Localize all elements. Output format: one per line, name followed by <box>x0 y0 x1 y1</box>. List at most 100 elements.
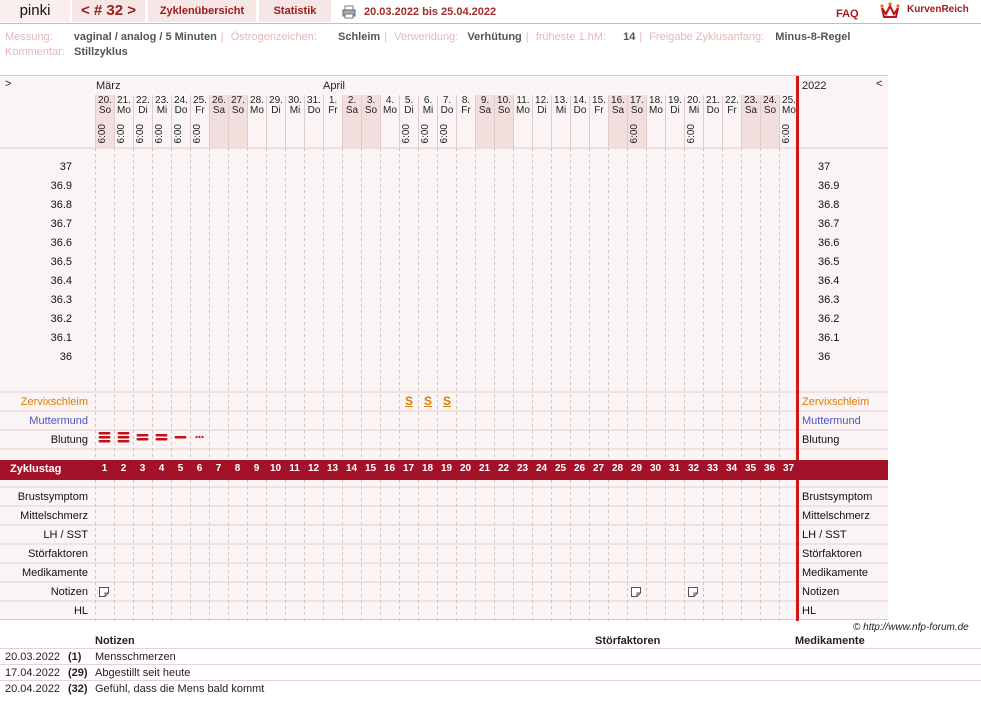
weekday: So <box>98 105 112 116</box>
row-label-stoerfaktoren: Störfaktoren <box>28 548 88 560</box>
note-text: Mensschmerzen <box>95 651 176 663</box>
weekday: Do <box>706 105 720 116</box>
cycle-day-number: 22 <box>497 463 510 474</box>
cycle-day-number: 3 <box>139 463 146 474</box>
notes-header: Notizen <box>95 635 135 647</box>
cycle-day-number: 6 <box>196 463 203 474</box>
weekday: Do <box>307 105 321 116</box>
row-label-medikamente: Medikamente <box>21 567 88 579</box>
day-header: 15. Fr <box>590 96 608 116</box>
cycle-day-number: 35 <box>744 463 757 474</box>
measure-time: 6:00 <box>173 124 184 144</box>
day-header: 16. Sa <box>609 96 627 116</box>
row-label-muttermund: Muttermund <box>29 415 88 427</box>
note-date: 17.04.2022 <box>5 667 61 679</box>
temp-label-right: 36.7 <box>818 218 840 230</box>
mucus-mark[interactable]: S <box>424 394 432 408</box>
note-text: Gefühl, dass die Mens bald kommt <box>95 683 265 695</box>
bleeding-mark <box>98 440 111 443</box>
temp-label: 36.8 <box>50 199 72 211</box>
user-name[interactable]: pinki <box>0 0 70 22</box>
faq-link[interactable]: FAQ <box>836 8 859 20</box>
cycle-day-number: 16 <box>383 463 396 474</box>
scroll-left-arrow[interactable]: > <box>5 78 11 90</box>
weekday: So <box>630 105 644 116</box>
cycle-day-label: Zyklustag <box>10 463 62 475</box>
row-label-lh-sst-right: LH / SST <box>802 529 847 541</box>
weekday: Sa <box>212 105 226 116</box>
cycle-day-number: 31 <box>668 463 681 474</box>
row-label-medikamente-right: Medikamente <box>802 567 869 579</box>
stoerfaktoren-header: Störfaktoren <box>595 635 661 647</box>
weekday: Mo <box>516 105 530 116</box>
weekday: Mi <box>555 105 567 116</box>
tab-statistics[interactable]: Statistik <box>259 0 331 22</box>
cycle-day-number: 15 <box>364 463 377 474</box>
cycle-day-number: 30 <box>649 463 662 474</box>
temp-label: 36.3 <box>50 294 72 306</box>
mucus-mark[interactable]: S <box>443 394 451 408</box>
weekday: Mo <box>117 105 131 116</box>
weekday: Sa <box>478 105 492 116</box>
top-nav: pinki < # 32 > Zyklenübersicht Statistik… <box>0 0 981 24</box>
bleeding-mark <box>117 440 130 443</box>
note-icon[interactable] <box>688 587 698 597</box>
copyright: © http://www.nfp-forum.de <box>853 622 969 633</box>
bleeding-mark <box>117 436 130 439</box>
temp-label: 36 <box>59 351 72 363</box>
day-header: 28. Mo <box>248 96 266 116</box>
printer-icon[interactable] <box>342 5 356 19</box>
temp-label-right: 36.5 <box>818 256 840 268</box>
weekday: Fr <box>195 105 205 116</box>
day-header: 5. Di <box>400 96 418 116</box>
measure-time: 6:00 <box>439 124 450 144</box>
estrogen-value: Schleim <box>338 31 381 43</box>
date-range: 20.03.2022 bis 25.04.2022 <box>364 6 497 18</box>
measure-time: 6:00 <box>420 124 431 144</box>
cycle-day-number: 27 <box>592 463 605 474</box>
cycle-day-number: 11 <box>289 463 300 474</box>
measure-time: 6:00 <box>401 124 412 144</box>
note-icon[interactable] <box>99 587 109 597</box>
measure-time: 6:00 <box>686 124 697 144</box>
logo-text[interactable]: KurvenReich <box>907 4 969 15</box>
temp-label-right: 36.9 <box>818 180 840 192</box>
measure-time: 6:00 <box>135 124 146 144</box>
note-cycle-day: (29) <box>68 667 88 679</box>
cycle-day-number: 28 <box>611 463 624 474</box>
cycle-day-number: 26 <box>573 463 586 474</box>
bleeding-mark <box>98 432 111 435</box>
tab-cycle-overview[interactable]: Zyklenübersicht <box>148 0 256 22</box>
temp-label-right: 36.6 <box>818 237 840 249</box>
weekday: Fr <box>461 105 471 116</box>
temp-label: 36.1 <box>50 332 72 344</box>
crown-logo-icon[interactable] <box>880 2 900 20</box>
cycle-day-number: 13 <box>326 463 339 474</box>
weekday: Do <box>573 105 587 116</box>
day-header: 22. Di <box>134 96 152 116</box>
weekday: Mo <box>782 105 796 116</box>
row-label-hl: HL <box>73 605 88 617</box>
weekday: Di <box>670 105 680 116</box>
cycle-day-number: 21 <box>478 463 491 474</box>
cycle-day-number: 4 <box>158 463 165 474</box>
day-header: 31. Do <box>305 96 323 116</box>
day-header: 1. Fr <box>324 96 342 116</box>
weekday: Mi <box>422 105 434 116</box>
day-header: 20. Mi <box>685 96 703 116</box>
measure-time: 6:00 <box>781 124 792 144</box>
cycle-day-number: 12 <box>307 463 320 474</box>
weekday: Do <box>174 105 188 116</box>
comment-value: Stillzyklus <box>73 46 128 58</box>
cycle-navigator[interactable]: < # 32 > <box>72 0 145 22</box>
cycle-day-number: 20 <box>459 463 472 474</box>
cycle-day-number: 17 <box>402 463 415 474</box>
measure-time: 6:00 <box>97 124 108 144</box>
spotting-mark <box>201 435 204 439</box>
cycle-day-number: 2 <box>120 463 127 474</box>
cycle-day-number: 14 <box>345 463 358 474</box>
measurement-label: Messung: <box>5 31 53 43</box>
scroll-right-arrow[interactable]: < <box>876 78 882 90</box>
mucus-mark[interactable]: S <box>405 394 413 408</box>
note-icon[interactable] <box>631 587 641 597</box>
